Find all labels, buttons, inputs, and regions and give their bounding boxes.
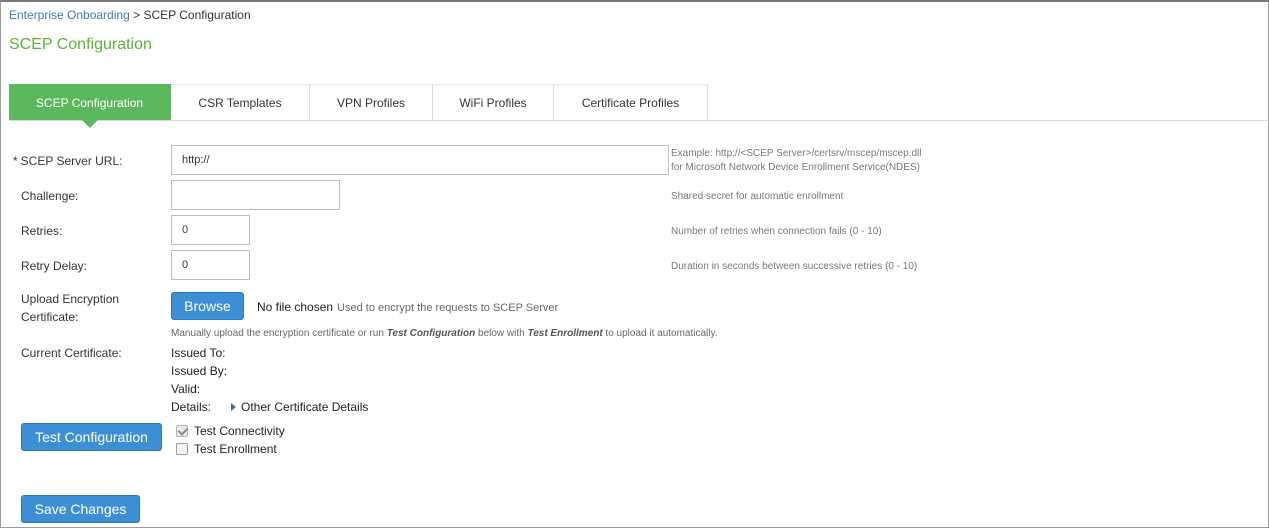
scep-url-input[interactable] [171, 145, 669, 175]
test-enrollment-option[interactable]: Test Enrollment [176, 442, 277, 456]
file-status: No file chosen Used to encrypt the reques… [257, 300, 558, 314]
manual-note-suffix: to upload it automatically. [602, 328, 718, 339]
breadcrumb: Enterprise Onboarding > SCEP Configurati… [9, 8, 251, 22]
challenge-label: Challenge: [21, 189, 79, 203]
retries-label: Retries: [21, 224, 63, 238]
test-enrollment-label: Test Enrollment [194, 442, 277, 456]
manual-upload-note: Manually upload the encryption certifica… [171, 328, 718, 339]
tab-certificate-profiles[interactable]: Certificate Profiles [554, 84, 708, 120]
challenge-input[interactable] [171, 180, 340, 210]
current-certificate-label: Current Certificate: [21, 346, 122, 360]
expand-triangle-icon [231, 403, 237, 412]
upload-cert-label-line2: Certificate: [21, 310, 79, 324]
tab-csr-templates[interactable]: CSR Templates [171, 84, 310, 120]
manual-note-mid: below with [475, 328, 528, 339]
test-configuration-button[interactable]: Test Configuration [21, 423, 162, 451]
breadcrumb-current: SCEP Configuration [143, 8, 251, 22]
page-title: SCEP Configuration [9, 36, 152, 53]
tab-wifi-profiles[interactable]: WiFi Profiles [433, 84, 554, 120]
file-note: Used to encrypt the requests to SCEP Ser… [337, 302, 559, 314]
retry-delay-label: Retry Delay: [21, 259, 88, 273]
tab-bar: SCEP Configuration CSR Templates VPN Pro… [9, 84, 1269, 128]
details-label: Details: [171, 400, 212, 414]
test-connectivity-option[interactable]: Test Connectivity [176, 424, 285, 438]
save-changes-button[interactable]: Save Changes [21, 495, 140, 523]
scep-url-hint: Example: http://<SCEP Server>/certsrv/ms… [671, 147, 921, 175]
details-row: Details: Other Certificate Details [171, 400, 368, 414]
issued-to-label: Issued To: [171, 346, 226, 360]
test-connectivity-checkbox[interactable] [176, 425, 188, 437]
scep-url-hint-line2: for Microsoft Network Device Enrollment … [671, 162, 920, 173]
test-connectivity-label: Test Connectivity [194, 424, 285, 438]
upload-cert-label-line1: Upload Encryption [21, 292, 120, 306]
other-certificate-details-text: Other Certificate Details [241, 400, 369, 414]
issued-by-label: Issued By: [171, 364, 228, 378]
manual-note-test-enrollment: Test Enrollment [527, 328, 603, 339]
required-marker: * [13, 154, 18, 168]
other-certificate-details-toggle[interactable]: Other Certificate Details [211, 400, 368, 414]
breadcrumb-separator: > [129, 8, 144, 22]
tab-scep-configuration[interactable]: SCEP Configuration [9, 84, 171, 128]
valid-label: Valid: [171, 382, 201, 396]
scep-url-label-text: SCEP Server URL: [20, 154, 123, 168]
browse-button[interactable]: Browse [171, 292, 244, 320]
challenge-hint: Shared secret for automatic enrollment [671, 191, 844, 202]
upload-cert-label: Upload Encryption Certificate: [21, 290, 119, 326]
manual-note-prefix: Manually upload the encryption certifica… [171, 328, 387, 339]
scep-url-hint-line1: Example: http://<SCEP Server>/certsrv/ms… [671, 148, 922, 159]
test-enrollment-checkbox[interactable] [176, 443, 188, 455]
retries-input[interactable] [171, 215, 250, 245]
file-status-text: No file chosen [257, 300, 334, 314]
retries-hint: Number of retries when connection fails … [671, 226, 882, 237]
retry-delay-input[interactable] [171, 250, 250, 280]
retry-delay-hint: Duration in seconds between successive r… [671, 261, 918, 272]
scep-url-label: * SCEP Server URL: [13, 152, 122, 170]
tab-vpn-profiles[interactable]: VPN Profiles [310, 84, 433, 120]
manual-note-test-configuration: Test Configuration [386, 328, 476, 339]
breadcrumb-parent-link[interactable]: Enterprise Onboarding [9, 8, 130, 22]
